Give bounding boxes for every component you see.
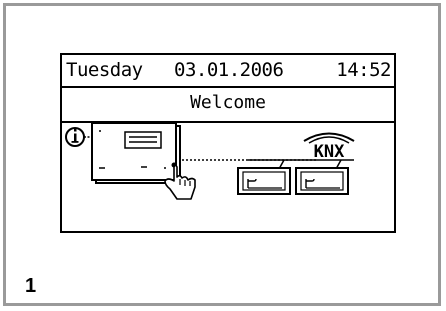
figure-frame: Tuesday 03.01.2006 14:52 Welcome KNX 1 <box>3 3 441 306</box>
date-label: 03.01.2006 <box>174 59 284 81</box>
knx-label: KNX <box>314 142 345 162</box>
time-label: 14:52 <box>336 59 391 81</box>
bus-module-icon[interactable] <box>237 167 291 195</box>
info-circle-icon[interactable] <box>65 127 92 147</box>
divider <box>62 86 394 88</box>
system-diagram: KNX <box>65 123 355 200</box>
welcome-message: Welcome <box>190 92 266 113</box>
day-label: Tuesday <box>66 59 143 81</box>
figure-number: 1 <box>25 275 37 297</box>
status-row: Tuesday 03.01.2006 14:52 <box>62 55 394 85</box>
lcd-display: Tuesday 03.01.2006 14:52 Welcome KNX <box>60 53 396 233</box>
bus-module-icon[interactable] <box>295 167 349 195</box>
control-panel-icon[interactable] <box>91 123 181 184</box>
knx-logo: KNX <box>303 132 355 162</box>
